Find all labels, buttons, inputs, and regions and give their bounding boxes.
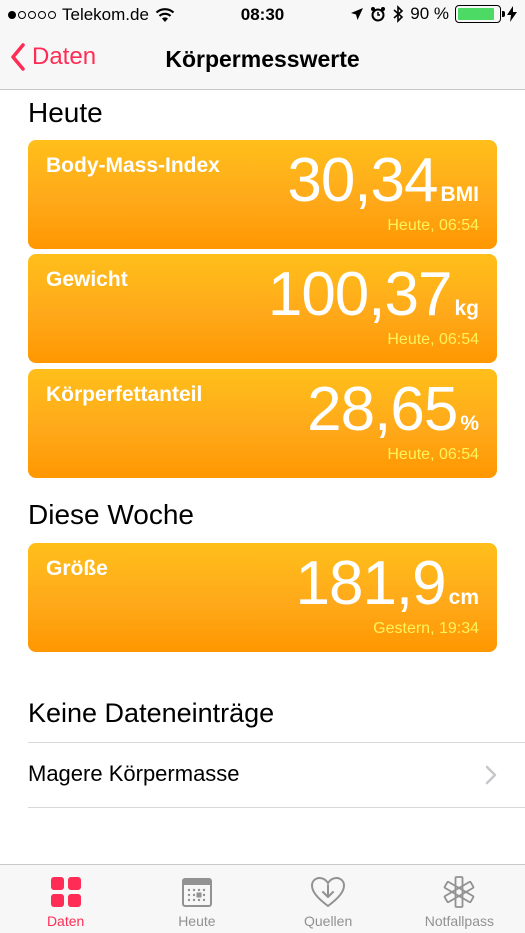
card-number: 100,37 bbox=[267, 260, 453, 329]
card-unit: BMI bbox=[440, 183, 480, 206]
tab-quellen[interactable]: Quellen bbox=[263, 865, 394, 933]
card-value: 30,34 BMI bbox=[287, 148, 479, 214]
card-unit: kg bbox=[454, 297, 479, 320]
list-item-label: Magere Körpermasse bbox=[28, 761, 240, 786]
navigation-bar: Daten Körpermesswerte bbox=[0, 30, 525, 90]
tab-notfallpass[interactable]: Notfallpass bbox=[394, 865, 525, 933]
card-value: 181,9 cm bbox=[295, 551, 479, 617]
tab-daten[interactable]: Daten bbox=[0, 865, 131, 933]
card-value: 100,37 kg bbox=[268, 262, 479, 328]
card-number: 30,34 bbox=[287, 146, 438, 215]
card-label: Gewicht bbox=[46, 268, 128, 291]
list-item-lean-body-mass[interactable]: Magere Körpermasse bbox=[28, 743, 525, 807]
divider bbox=[28, 807, 525, 808]
battery-percent: 90 % bbox=[410, 4, 449, 23]
tab-heute[interactable]: Heute bbox=[131, 865, 262, 933]
status-bar: Telekom.de 08:30 90 % bbox=[0, 0, 525, 30]
chevron-right-icon bbox=[485, 765, 497, 785]
card-height[interactable]: Größe 181,9 cm Gestern, 19:34 bbox=[28, 543, 497, 652]
card-body-fat[interactable]: Körperfettanteil 28,65 % Heute, 06:54 bbox=[28, 369, 497, 478]
card-weight[interactable]: Gewicht 100,37 kg Heute, 06:54 bbox=[28, 254, 497, 363]
card-timestamp: Heute, 06:54 bbox=[387, 446, 479, 463]
card-number: 28,65 bbox=[307, 375, 458, 444]
tab-label: Daten bbox=[46, 913, 85, 929]
location-icon bbox=[351, 8, 364, 20]
card-number: 181,9 bbox=[295, 549, 446, 618]
battery-level bbox=[458, 8, 494, 20]
tab-label: Notfallpass bbox=[424, 913, 494, 929]
tab-label: Quellen bbox=[303, 913, 353, 929]
card-bmi[interactable]: Body-Mass-Index 30,34 BMI Heute, 06:54 bbox=[28, 140, 497, 249]
card-timestamp: Heute, 06:54 bbox=[387, 331, 479, 348]
section-title-no-entries: Keine Dateneinträge bbox=[28, 698, 275, 728]
card-label: Body-Mass-Index bbox=[46, 154, 220, 177]
card-label: Körperfettanteil bbox=[46, 383, 203, 406]
tab-bar: Daten Heute Quellen Notfallpass bbox=[0, 864, 525, 933]
status-right: 90 % bbox=[350, 4, 517, 24]
battery-icon bbox=[455, 5, 505, 23]
card-unit: cm bbox=[448, 586, 479, 609]
bluetooth-icon bbox=[393, 5, 404, 23]
card-timestamp: Gestern, 19:34 bbox=[373, 620, 479, 637]
tab-label: Heute bbox=[178, 913, 216, 929]
card-timestamp: Heute, 06:54 bbox=[387, 217, 479, 234]
medical-star-icon bbox=[442, 875, 476, 909]
page-title: Körpermesswerte bbox=[165, 46, 360, 72]
section-title-today: Heute bbox=[28, 97, 103, 128]
card-value: 28,65 % bbox=[307, 377, 479, 443]
section-title-week: Diese Woche bbox=[28, 499, 195, 530]
charging-icon bbox=[507, 6, 517, 22]
card-label: Größe bbox=[46, 557, 108, 580]
grid-icon bbox=[50, 875, 82, 909]
alarm-icon bbox=[371, 7, 386, 22]
calendar-icon bbox=[181, 875, 213, 909]
card-unit: % bbox=[460, 412, 479, 435]
heart-download-icon bbox=[310, 875, 346, 909]
